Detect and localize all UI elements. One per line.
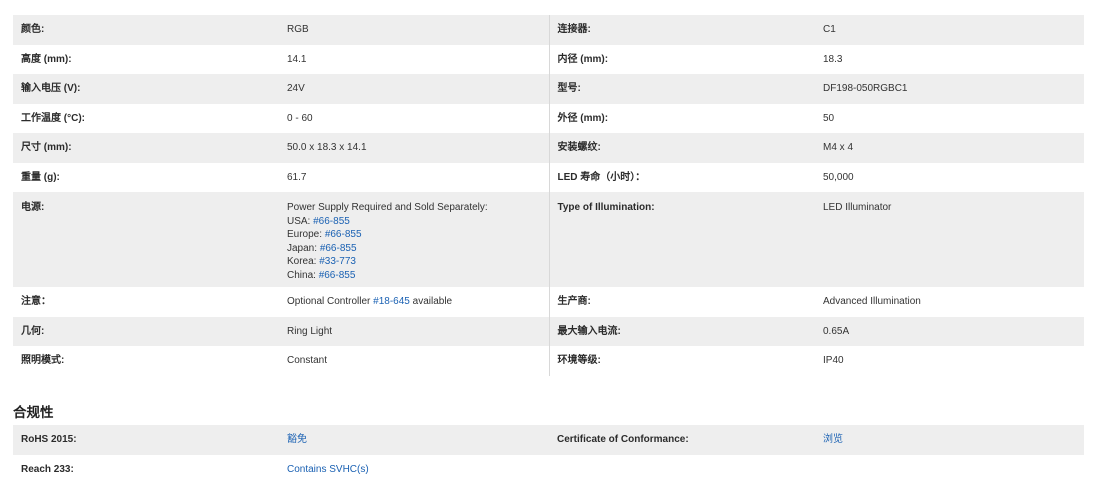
spec-label: 工作温度 (°C): (13, 104, 279, 133)
compliance-label (549, 455, 815, 484)
spec-row-illumination-mode: 照明模式: Constant 环境等级: IP40 (13, 346, 1084, 376)
spec-value: 24V (279, 74, 549, 104)
compliance-value: Contains SVHC(s) (279, 455, 549, 484)
compliance-value (815, 455, 1084, 484)
note-text: available (412, 296, 453, 308)
controller-link[interactable]: #18-645 (373, 296, 410, 307)
part-number-link[interactable]: #66-855 (320, 243, 357, 254)
spec-label: Type of Illumination: (548, 192, 815, 287)
spec-label: 安装螺纹: (548, 133, 815, 163)
spec-label: 高度 (mm): (13, 45, 279, 74)
spec-label: 电源: (13, 192, 279, 287)
spec-value: Constant (279, 346, 549, 376)
compliance-table-wrapper: RoHS 2015: 豁免 Certificate of Conformance… (13, 425, 1084, 484)
power-supply-japan: Japan: #66-855 (287, 242, 541, 256)
compliance-value: 浏览 (815, 425, 1084, 455)
power-supply-korea: Korea: #33-773 (287, 255, 541, 269)
spec-label: 注意： (13, 287, 279, 317)
spec-label: 输入电压 (V): (13, 74, 279, 104)
spec-value: 50.0 x 18.3 x 14.1 (279, 133, 549, 163)
spec-label: 颜色: (13, 15, 279, 45)
compliance-label: Reach 233: (13, 455, 279, 484)
spec-label: 照明模式: (13, 346, 279, 376)
spec-label: 最大输入电流: (548, 317, 815, 346)
spec-value: DF198-050RGBC1 (815, 74, 1084, 104)
spec-label: 内径 (mm): (548, 45, 815, 74)
spec-value: IP40 (815, 346, 1084, 376)
region-label: Europe: (287, 229, 323, 240)
region-label: Japan: (287, 242, 318, 254)
part-number-link[interactable]: #66-855 (325, 229, 362, 240)
spec-row-geometry: 几何: Ring Light 最大输入电流: 0.65A (13, 317, 1084, 346)
spec-value: 18.3 (815, 45, 1084, 74)
spec-value: 50,000 (815, 163, 1084, 192)
power-supply-value: Power Supply Required and Sold Separatel… (279, 192, 549, 287)
spec-label: 生产商: (548, 287, 815, 317)
spec-value: M4 x 4 (815, 133, 1084, 163)
region-label: Korea: (287, 256, 317, 267)
power-supply-europe: Europe: #66-855 (287, 228, 541, 242)
spec-label: 几何: (13, 317, 279, 346)
spec-row-weight: 重量 (g): 61.7 LED 寿命（小时）： 50,000 (13, 163, 1084, 192)
note-text: Optional Controller (287, 296, 371, 308)
spec-label: 型号: (548, 74, 815, 104)
compliance-heading: 合规性 (13, 405, 54, 420)
rohs-exempt-link[interactable]: 豁免 (287, 434, 307, 445)
spec-value: RGB (279, 15, 549, 45)
spec-label: 重量 (g): (13, 163, 279, 192)
spec-value: 0.65A (815, 317, 1084, 346)
region-label: USA: (287, 215, 311, 227)
compliance-table: RoHS 2015: 豁免 Certificate of Conformance… (13, 425, 1084, 484)
compliance-label: Certificate of Conformance: (549, 425, 815, 455)
spec-row-note: 注意： Optional Controller #18-645 availabl… (13, 287, 1084, 317)
power-supply-intro: Power Supply Required and Sold Separatel… (287, 202, 488, 213)
spec-value: C1 (815, 15, 1084, 45)
spec-label: 尺寸 (mm): (13, 133, 279, 163)
spec-value: 0 - 60 (279, 104, 549, 133)
region-label: China: (287, 269, 316, 281)
spec-value: 61.7 (279, 163, 549, 192)
compliance-value: 豁免 (279, 425, 549, 455)
certificate-view-link[interactable]: 浏览 (823, 434, 843, 445)
note-value: Optional Controller #18-645 available (279, 287, 549, 317)
part-number-link[interactable]: #66-855 (313, 216, 350, 227)
spec-label: 环境等级: (548, 346, 815, 376)
part-number-link[interactable]: #33-773 (319, 256, 356, 267)
spec-row-power-supply: 电源: Power Supply Required and Sold Separ… (13, 192, 1084, 287)
svhc-link[interactable]: Contains SVHC(s) (287, 464, 369, 475)
power-supply-usa: USA: #66-855 (287, 215, 541, 229)
specifications-table-wrapper: 颜色: RGB 连接器: C1 高度 (mm): 14.1 内径 (mm): 1… (13, 15, 1084, 376)
compliance-row-reach: Reach 233: Contains SVHC(s) (13, 455, 1084, 484)
spec-row-dimensions: 尺寸 (mm): 50.0 x 18.3 x 14.1 安装螺纹: M4 x 4 (13, 133, 1084, 163)
spec-label: LED 寿命（小时）： (548, 163, 815, 192)
spec-label: 连接器: (548, 15, 815, 45)
spec-value: 50 (815, 104, 1084, 133)
specifications-table: 颜色: RGB 连接器: C1 高度 (mm): 14.1 内径 (mm): 1… (13, 15, 1084, 376)
compliance-row-rohs: RoHS 2015: 豁免 Certificate of Conformance… (13, 425, 1084, 455)
spec-value: Ring Light (279, 317, 549, 346)
spec-value: Advanced Illumination (815, 287, 1084, 317)
spec-row-color: 颜色: RGB 连接器: C1 (13, 15, 1084, 45)
part-number-link[interactable]: #66-855 (319, 270, 356, 281)
spec-label: 外径 (mm): (548, 104, 815, 133)
spec-value: LED Illuminator (815, 192, 1084, 287)
power-supply-china: China: #66-855 (287, 269, 541, 283)
compliance-label: RoHS 2015: (13, 425, 279, 455)
spec-row-input-voltage: 输入电压 (V): 24V 型号: DF198-050RGBC1 (13, 74, 1084, 104)
spec-row-operating-temperature: 工作温度 (°C): 0 - 60 外径 (mm): 50 (13, 104, 1084, 133)
spec-row-height: 高度 (mm): 14.1 内径 (mm): 18.3 (13, 45, 1084, 74)
spec-value: 14.1 (279, 45, 549, 74)
